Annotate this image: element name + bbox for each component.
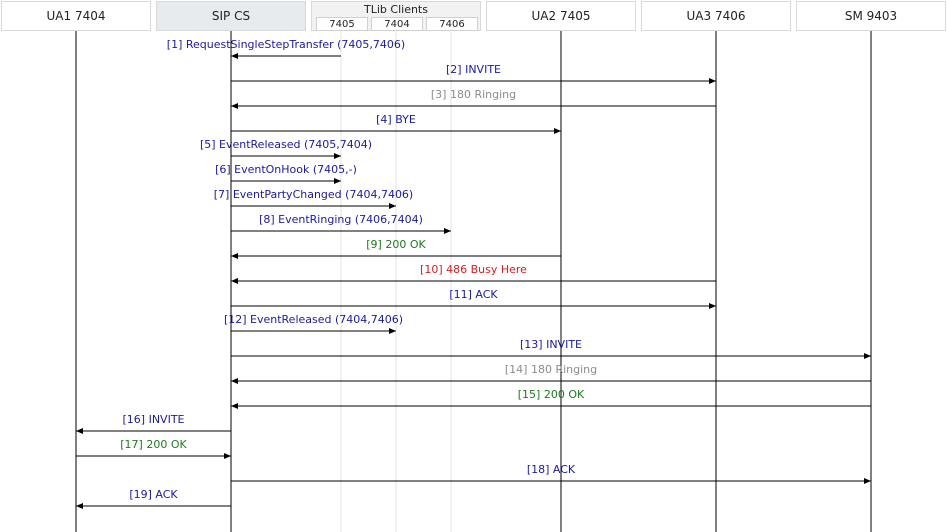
message-2: [2] INVITE [231,63,716,84]
message-label: [15] 200 OK [518,388,585,401]
message-label: [16] INVITE [123,413,185,426]
message-6: [6] EventOnHook (7405,-) [215,163,357,184]
message-label: [7] EventPartyChanged (7404,7406) [214,188,413,201]
message-label: [2] INVITE [446,63,501,76]
message-label: [5] EventReleased (7405,7404) [200,138,372,151]
message-label: [14] 180 Ringing [505,363,597,376]
message-label: [6] EventOnHook (7405,-) [215,163,357,176]
message-16: [16] INVITE [76,413,231,434]
message-label: [4] BYE [376,113,416,126]
message-12: [12] EventReleased (7404,7406) [224,313,403,334]
message-label: [11] ACK [449,288,498,301]
message-label: [1] RequestSingleStepTransfer (7405,7406… [167,38,405,51]
message-3: [3] 180 Ringing [231,88,716,109]
message-15: [15] 200 OK [231,388,871,409]
message-label: [13] INVITE [520,338,582,351]
message-label: [3] 180 Ringing [431,88,516,101]
message-19: [19] ACK [76,488,231,509]
message-label: [12] EventReleased (7404,7406) [224,313,403,326]
message-label: [19] ACK [129,488,178,501]
message-7: [7] EventPartyChanged (7404,7406) [214,188,413,209]
sequence-diagram: [1] RequestSingleStepTransfer (7405,7406… [75,31,872,532]
message-18: [18] ACK [231,463,871,484]
message-label: [9] 200 OK [366,238,426,251]
message-10: [10] 486 Busy Here [231,263,716,284]
message-17: [17] 200 OK [76,438,231,459]
message-label: [18] ACK [527,463,576,476]
message-11: [11] ACK [231,288,716,309]
message-5: [5] EventReleased (7405,7404) [200,138,372,159]
message-label: [17] 200 OK [120,438,187,451]
message-label: [10] 486 Busy Here [420,263,527,276]
message-label: [8] EventRinging (7406,7404) [259,213,423,226]
message-1: [1] RequestSingleStepTransfer (7405,7406… [167,38,405,59]
message-14: [14] 180 Ringing [231,363,871,384]
message-13: [13] INVITE [231,338,871,359]
